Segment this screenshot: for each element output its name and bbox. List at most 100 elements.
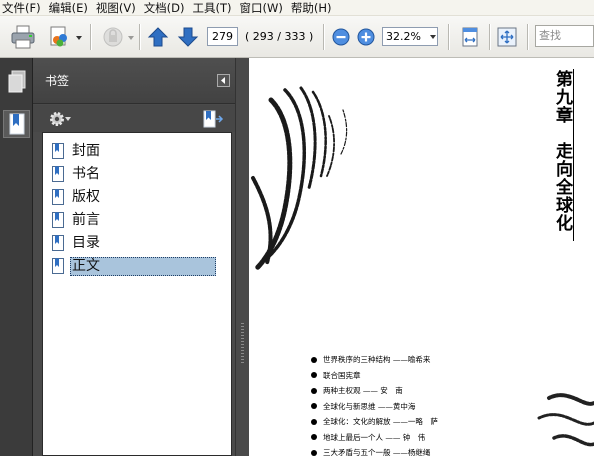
bookmarks-icon [9, 113, 24, 135]
bookmark-item[interactable]: 封面 [52, 141, 102, 161]
list-item: 联合国宪章 [311, 368, 438, 384]
page-count: ( 293 / 333 ) [245, 30, 314, 43]
next-page-button[interactable] [176, 25, 200, 49]
list-item-text: 三大矛盾与五个一般 ——杨继绳 [323, 448, 431, 456]
list-item: 两种主权观 —— 安 南 [311, 383, 438, 399]
pages-panel-button[interactable] [3, 68, 30, 96]
splitter-grip [241, 323, 244, 363]
bookmark-icon [52, 166, 64, 182]
menu-window[interactable]: 窗口(W) [237, 1, 288, 15]
fit-width-button[interactable] [457, 24, 483, 50]
menu-edit[interactable]: 编辑(E) [46, 1, 93, 15]
toolbar-separator [527, 24, 528, 50]
zoom-in-icon [357, 28, 375, 46]
panel-title: 书签 [45, 74, 70, 88]
bookmark-icon [52, 143, 64, 159]
bookmark-item[interactable]: 书名 [52, 164, 102, 184]
page-number-input[interactable]: 279 [207, 27, 238, 46]
bookmark-item[interactable]: 前言 [52, 210, 102, 230]
menu-bar: 文件(F) 编辑(E) 视图(V) 文档(D) 工具(T) 窗口(W) 帮助(H… [0, 0, 594, 16]
chevron-down-icon [430, 35, 436, 39]
search-field[interactable]: 查找 [535, 25, 594, 47]
bookmark-item[interactable]: 版权 [52, 187, 102, 207]
bullet-icon [311, 387, 317, 394]
options-menu-button[interactable] [44, 109, 71, 129]
zoom-in-button[interactable] [356, 27, 376, 47]
collapse-panel-button[interactable] [217, 74, 230, 87]
previous-page-button[interactable] [146, 25, 170, 49]
bookmarks-panel: 书签 封面 书名 版权 前言 目录 正文 [33, 58, 235, 456]
chapter-title: 第九章 走向全球化 [552, 70, 572, 232]
bullet-icon [311, 434, 317, 441]
bookmarks-panel-header: 书签 [33, 58, 235, 104]
zoom-out-button[interactable] [331, 27, 351, 47]
collaborate-icon [50, 26, 67, 47]
gear-icon [50, 112, 64, 126]
list-item-text: 地球上最后一个人 —— 钟 伟 [323, 432, 426, 442]
bookmark-label: 正文 [70, 256, 216, 276]
toolbar-separator [323, 24, 324, 50]
toolbar: 279 ( 293 / 333 ) 32.2% 查找 [0, 16, 594, 58]
bookmarks-panel-button[interactable] [3, 110, 30, 138]
article-list: 世界秩序的三种结构 ——喻希来 联合国宪章 两种主权观 —— 安 南 全球化与新… [311, 352, 438, 456]
chevron-down-icon [65, 117, 71, 121]
document-page: 第九章 走向全球化 世界秩序的三种结构 ——喻希来 联合国宪章 两种主权观 ——… [249, 58, 594, 456]
list-item-text: 联合国宪章 [323, 370, 361, 380]
collaborate-dropdown-arrow[interactable] [76, 36, 82, 40]
chapter-rule [573, 69, 574, 241]
zoom-out-icon [332, 28, 350, 46]
menu-document[interactable]: 文档(D) [141, 1, 190, 15]
bookmark-label: 前言 [72, 212, 100, 228]
expand-bookmark-button[interactable] [201, 108, 225, 130]
toolbar-separator [139, 24, 140, 50]
collapse-left-icon [221, 77, 225, 84]
toolbar-separator [489, 24, 490, 50]
bookmark-tree: 封面 书名 版权 前言 目录 正文 [42, 132, 232, 456]
fullscreen-button[interactable] [494, 24, 520, 50]
bookmark-label: 书名 [72, 166, 100, 182]
bookmark-item-selected[interactable]: 正文 [52, 256, 216, 276]
expand-bookmark-icon [203, 110, 224, 128]
search-placeholder: 查找 [539, 29, 561, 42]
next-page-icon [177, 27, 199, 47]
toolbar-separator [90, 24, 91, 50]
print-icon [11, 25, 35, 49]
bookmark-icon [52, 212, 64, 228]
list-item: 三大矛盾与五个一般 ——杨继绳 [311, 445, 438, 456]
menu-help[interactable]: 帮助(H) [288, 1, 337, 15]
list-item-text: 全球化与新思维 ——黄中海 [323, 401, 416, 411]
bullet-icon [311, 372, 317, 379]
list-item-text: 全球化：文化的解放 ——一略 萨 [323, 417, 438, 427]
zoom-select[interactable]: 32.2% [382, 27, 438, 46]
list-item-text: 两种主权观 —— 安 南 [323, 386, 403, 396]
bookmark-label: 目录 [72, 235, 100, 251]
bullet-icon [311, 449, 317, 456]
bullet-icon [311, 356, 317, 363]
toolbar-separator [448, 24, 449, 50]
zoom-value: 32.2% [386, 30, 421, 43]
list-item: 地球上最后一个人 —— 钟 伟 [311, 430, 438, 446]
previous-page-icon [147, 27, 169, 47]
bookmark-icon [52, 189, 64, 205]
collaborate-button[interactable] [47, 24, 73, 50]
menu-file[interactable]: 文件(F) [0, 1, 46, 15]
secure-icon [103, 27, 123, 47]
navigation-pane-strip [0, 58, 33, 456]
fit-width-icon [462, 27, 478, 47]
secure-dropdown-arrow[interactable] [128, 36, 134, 40]
bookmark-item[interactable]: 目录 [52, 233, 102, 253]
bookmark-icon [52, 235, 64, 251]
bookmarks-toolbar [33, 105, 235, 132]
bookmark-label: 封面 [72, 143, 100, 159]
pages-icon [8, 70, 25, 93]
bullet-icon [311, 418, 317, 425]
menu-tools[interactable]: 工具(T) [190, 1, 237, 15]
bookmark-label: 版权 [72, 189, 100, 205]
print-button[interactable] [9, 24, 37, 50]
panel-splitter[interactable] [235, 58, 249, 456]
bookmark-icon [52, 258, 64, 274]
fullscreen-icon [497, 27, 517, 47]
menu-view[interactable]: 视图(V) [93, 1, 141, 15]
secure-button[interactable] [100, 24, 126, 50]
bullet-icon [311, 403, 317, 410]
